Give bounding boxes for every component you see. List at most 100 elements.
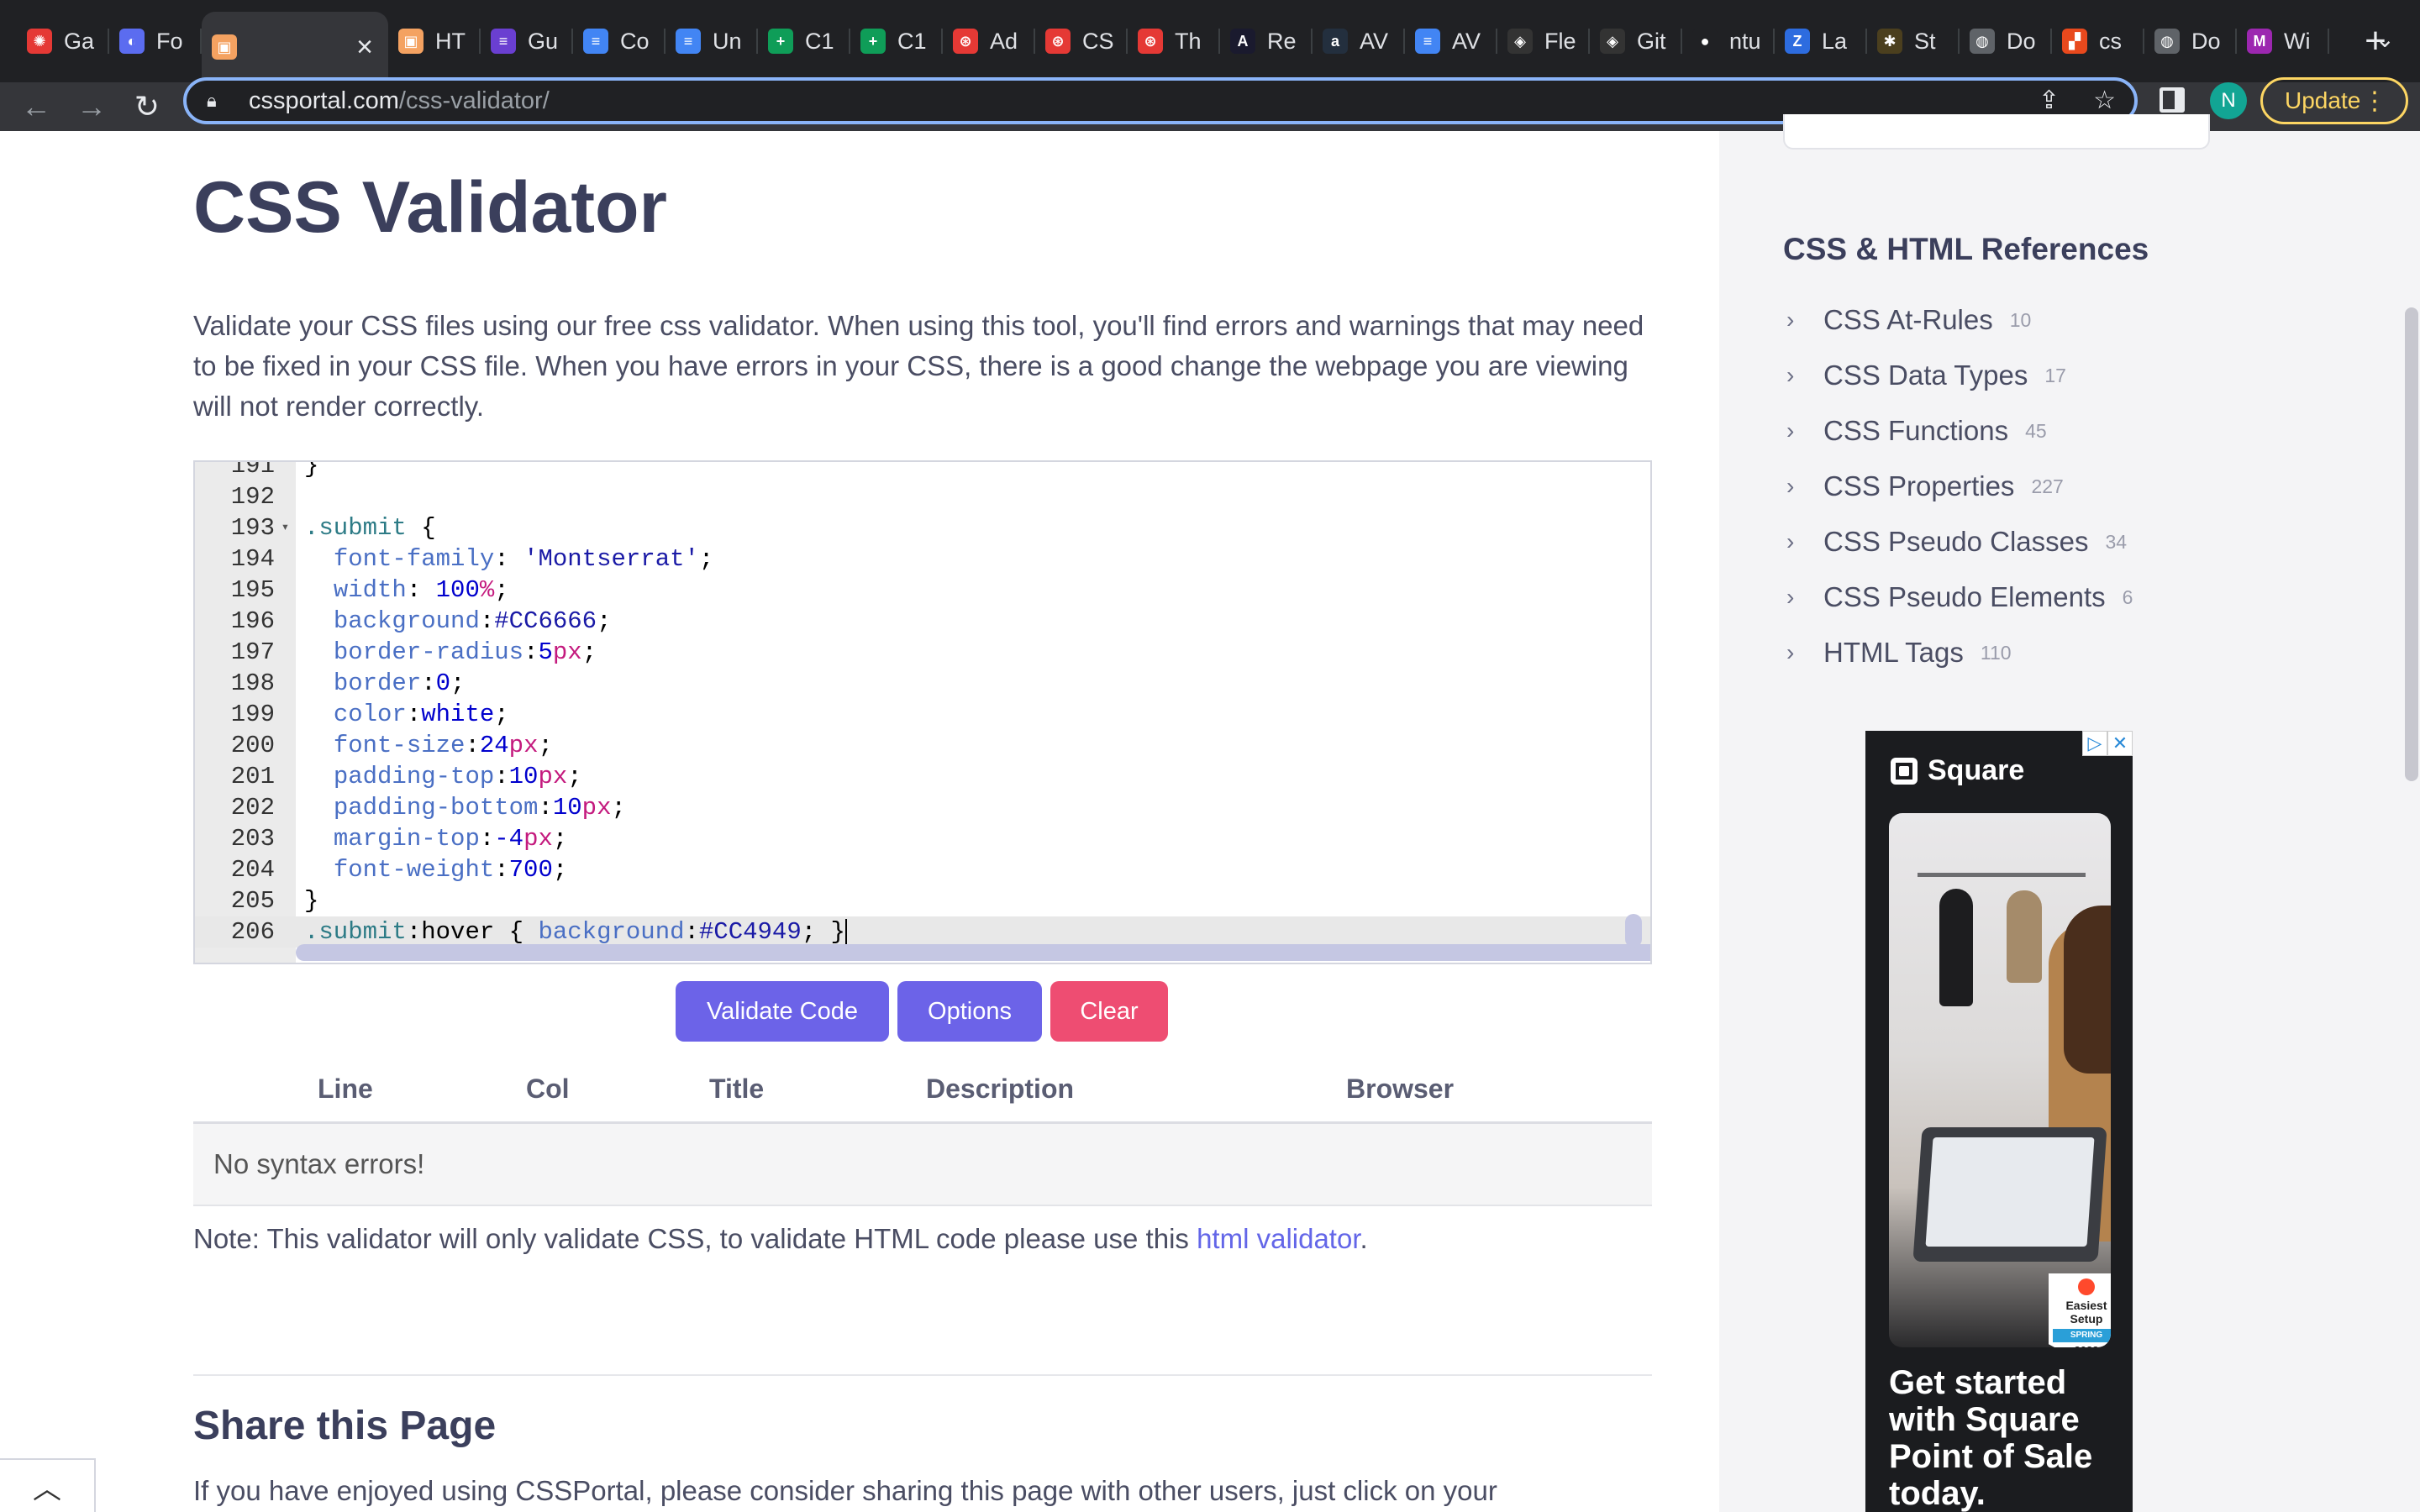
tab-item[interactable]: ≡ Un bbox=[666, 0, 758, 82]
tab-item[interactable]: ≡ Co bbox=[573, 0, 666, 82]
code-text[interactable]: width: 100%; bbox=[296, 575, 509, 606]
back-to-top-button[interactable]: ︿ bbox=[0, 1458, 96, 1512]
clear-button[interactable]: Clear bbox=[1050, 981, 1168, 1042]
tab-item[interactable]: + C1 bbox=[850, 0, 943, 82]
code-text[interactable]: border:0; bbox=[296, 668, 466, 699]
tab-item[interactable]: a AV bbox=[1313, 0, 1405, 82]
tab-item[interactable]: ◍ Do bbox=[1960, 0, 2052, 82]
code-line[interactable]: 205} bbox=[195, 885, 1650, 916]
tab-item[interactable]: ● ntu bbox=[1682, 0, 1775, 82]
code-line[interactable]: 197 border-radius:5px; bbox=[195, 637, 1650, 668]
code-line[interactable]: 198 border:0; bbox=[195, 668, 1650, 699]
code-text[interactable]: color:white; bbox=[296, 699, 509, 730]
reference-label[interactable]: CSS Properties bbox=[1823, 470, 2014, 502]
tab-item[interactable]: ≡ AV bbox=[1405, 0, 1497, 82]
horizontal-scrollbar[interactable] bbox=[296, 944, 1650, 961]
tab-item[interactable]: Z La bbox=[1775, 0, 1867, 82]
code-line[interactable]: 204 font-weight:700; bbox=[195, 854, 1650, 885]
code-line[interactable]: 203 margin-top:-4px; bbox=[195, 823, 1650, 854]
tab-search-icon[interactable]: ⌄ bbox=[2375, 25, 2395, 53]
square-advertisement[interactable]: ▷ ✕ Square Easiest Setup SPRING Get star… bbox=[1865, 731, 2133, 1512]
code-text[interactable]: } bbox=[296, 462, 318, 481]
code-line[interactable]: 192 bbox=[195, 481, 1650, 512]
lock-icon[interactable]: 🔒︎ bbox=[207, 90, 227, 112]
code-line[interactable]: 196 background:#CC6666; bbox=[195, 606, 1650, 637]
tab-item[interactable]: ▞ cs bbox=[2052, 0, 2144, 82]
reference-item[interactable]: › CSS Pseudo Classes 34 bbox=[1786, 514, 2133, 570]
code-text[interactable]: padding-top:10px; bbox=[296, 761, 582, 792]
validate-code-button[interactable]: Validate Code bbox=[676, 981, 889, 1042]
code-text[interactable]: } bbox=[296, 885, 318, 916]
code-line[interactable]: 193 ▾ .submit { bbox=[195, 512, 1650, 543]
reference-item[interactable]: › CSS Properties 227 bbox=[1786, 459, 2133, 514]
code-line[interactable]: 202 padding-bottom:10px; bbox=[195, 792, 1650, 823]
bookmark-star-icon[interactable]: ☆ bbox=[2093, 86, 2116, 115]
reference-label[interactable]: CSS Pseudo Elements bbox=[1823, 581, 2106, 613]
vertical-scrollbar[interactable] bbox=[1625, 914, 1642, 948]
tab-item[interactable]: ◈ Fle bbox=[1497, 0, 1590, 82]
reference-label[interactable]: CSS At-Rules bbox=[1823, 304, 1993, 336]
tab-item[interactable]: ⊛ CS bbox=[1035, 0, 1128, 82]
code-text[interactable]: font-family: 'Montserrat'; bbox=[296, 543, 714, 575]
reference-item[interactable]: › CSS Functions 45 bbox=[1786, 403, 2133, 459]
code-text[interactable]: font-weight:700; bbox=[296, 854, 567, 885]
code-line[interactable]: 194 font-family: 'Montserrat'; bbox=[195, 543, 1650, 575]
tab-item[interactable]: M Wi bbox=[2237, 0, 2329, 82]
tab-item[interactable]: ✺ Ga bbox=[17, 0, 109, 82]
tab-item[interactable]: A Re bbox=[1220, 0, 1313, 82]
reference-item[interactable]: › CSS At-Rules 10 bbox=[1786, 292, 2133, 348]
code-text[interactable]: .submit { bbox=[296, 512, 436, 543]
reference-label[interactable]: CSS Functions bbox=[1823, 415, 2008, 447]
code-line[interactable]: 191} bbox=[195, 462, 1650, 481]
reference-item[interactable]: › CSS Pseudo Elements 6 bbox=[1786, 570, 2133, 625]
sidebar-search-box[interactable] bbox=[1783, 114, 2210, 150]
reference-item[interactable]: › CSS Data Types 17 bbox=[1786, 348, 2133, 403]
reload-icon[interactable]: ↻ bbox=[119, 89, 175, 124]
reference-label[interactable]: CSS Pseudo Classes bbox=[1823, 526, 2088, 558]
tab-item[interactable]: ◈ Git bbox=[1590, 0, 1682, 82]
ad-choices[interactable]: ▷ ✕ bbox=[2082, 731, 2133, 756]
tab-item[interactable]: + C1 bbox=[758, 0, 850, 82]
tab-item[interactable]: ▣ HT bbox=[388, 0, 481, 82]
page-scrollbar-thumb[interactable] bbox=[2405, 307, 2418, 781]
html-validator-link[interactable]: html validator bbox=[1197, 1223, 1360, 1254]
back-icon[interactable]: ← bbox=[8, 89, 64, 124]
code-lines[interactable]: 191} 192 193 ▾ .submit {194 font-family: 'Mo… bbox=[195, 462, 1650, 948]
profile-avatar[interactable]: N bbox=[2210, 82, 2247, 119]
tab-close-icon[interactable]: × bbox=[356, 31, 373, 64]
tab-active[interactable]: ▣ × bbox=[202, 12, 388, 82]
code-text[interactable]: font-size:24px; bbox=[296, 730, 553, 761]
share-icon[interactable]: ⇪ bbox=[2039, 86, 2060, 115]
code-line[interactable]: 195 width: 100%; bbox=[195, 575, 1650, 606]
tab-item[interactable]: ◍ Do bbox=[2144, 0, 2237, 82]
code-text[interactable] bbox=[296, 481, 304, 512]
ad-close-icon[interactable]: ✕ bbox=[2107, 731, 2133, 756]
css-code-editor[interactable]: 191} 192 193 ▾ .submit {194 font-family: 'Mo… bbox=[193, 460, 1652, 964]
reference-label[interactable]: CSS Data Types bbox=[1823, 360, 2028, 391]
reference-item[interactable]: › HTML Tags 110 bbox=[1786, 625, 2133, 680]
url-text[interactable]: cssportal.com/css-validator/ bbox=[249, 87, 550, 115]
code-text[interactable]: padding-bottom:10px; bbox=[296, 792, 626, 823]
tab-item[interactable]: ⊛ Th bbox=[1128, 0, 1220, 82]
page-scrollbar[interactable] bbox=[2402, 131, 2420, 1512]
more-menu-icon[interactable]: ⋮ bbox=[2362, 87, 2387, 116]
update-button[interactable]: Update ⋮ bbox=[2260, 77, 2408, 124]
ad-info-icon[interactable]: ▷ bbox=[2082, 731, 2107, 756]
code-text[interactable]: .submit:hover { background:#CC4949; } bbox=[296, 916, 847, 948]
options-button[interactable]: Options bbox=[897, 981, 1042, 1042]
reference-label[interactable]: HTML Tags bbox=[1823, 637, 1964, 669]
tab-item[interactable]: ⊛ Ad bbox=[943, 0, 1035, 82]
code-line[interactable]: 199 color:white; bbox=[195, 699, 1650, 730]
code-text[interactable]: margin-top:-4px; bbox=[296, 823, 567, 854]
side-panel-icon[interactable] bbox=[2160, 87, 2185, 113]
forward-icon[interactable]: → bbox=[64, 89, 119, 124]
code-text[interactable]: background:#CC6666; bbox=[296, 606, 612, 637]
code-text[interactable]: border-radius:5px; bbox=[296, 637, 597, 668]
tab-item[interactable]: ✱ St bbox=[1867, 0, 1960, 82]
tab-item[interactable]: ◐ Fo bbox=[109, 0, 202, 82]
code-line[interactable]: 200 font-size:24px; bbox=[195, 730, 1650, 761]
code-line[interactable]: 201 padding-top:10px; bbox=[195, 761, 1650, 792]
fold-arrow-icon[interactable]: ▾ bbox=[275, 512, 296, 543]
code-line[interactable]: 206 .submit:hover { background:#CC4949; } bbox=[195, 916, 1650, 948]
tab-item[interactable]: ≡ Gu bbox=[481, 0, 573, 82]
